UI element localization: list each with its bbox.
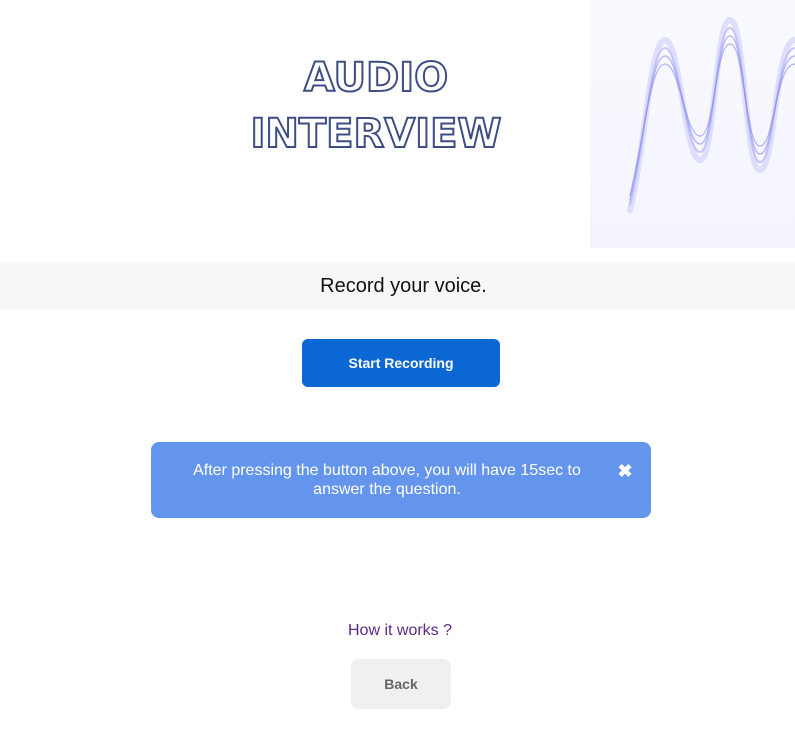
hero-title-line1: AUDIO bbox=[303, 54, 449, 102]
hero-title-line2: INTERVIEW bbox=[249, 110, 502, 158]
how-it-works-link[interactable]: How it works ? bbox=[300, 622, 500, 640]
info-alert: After pressing the button above, you wil… bbox=[151, 442, 651, 518]
hero-title: AUDIO INTERVIEW bbox=[240, 52, 512, 164]
start-recording-button[interactable]: Start Recording bbox=[302, 339, 500, 387]
prompt-text: Record your voice. bbox=[320, 274, 487, 297]
sound-wave-icon bbox=[627, 16, 795, 213]
back-button[interactable]: Back bbox=[351, 659, 451, 709]
close-icon[interactable]: ✖ bbox=[613, 460, 637, 484]
prompt-bar: Record your voice. bbox=[0, 262, 795, 310]
hero-banner: AUDIO INTERVIEW bbox=[0, 0, 795, 250]
alert-message: After pressing the button above, you wil… bbox=[193, 462, 581, 498]
audio-interview-page: AUDIO INTERVIEW Record your voice. Start… bbox=[0, 0, 795, 754]
